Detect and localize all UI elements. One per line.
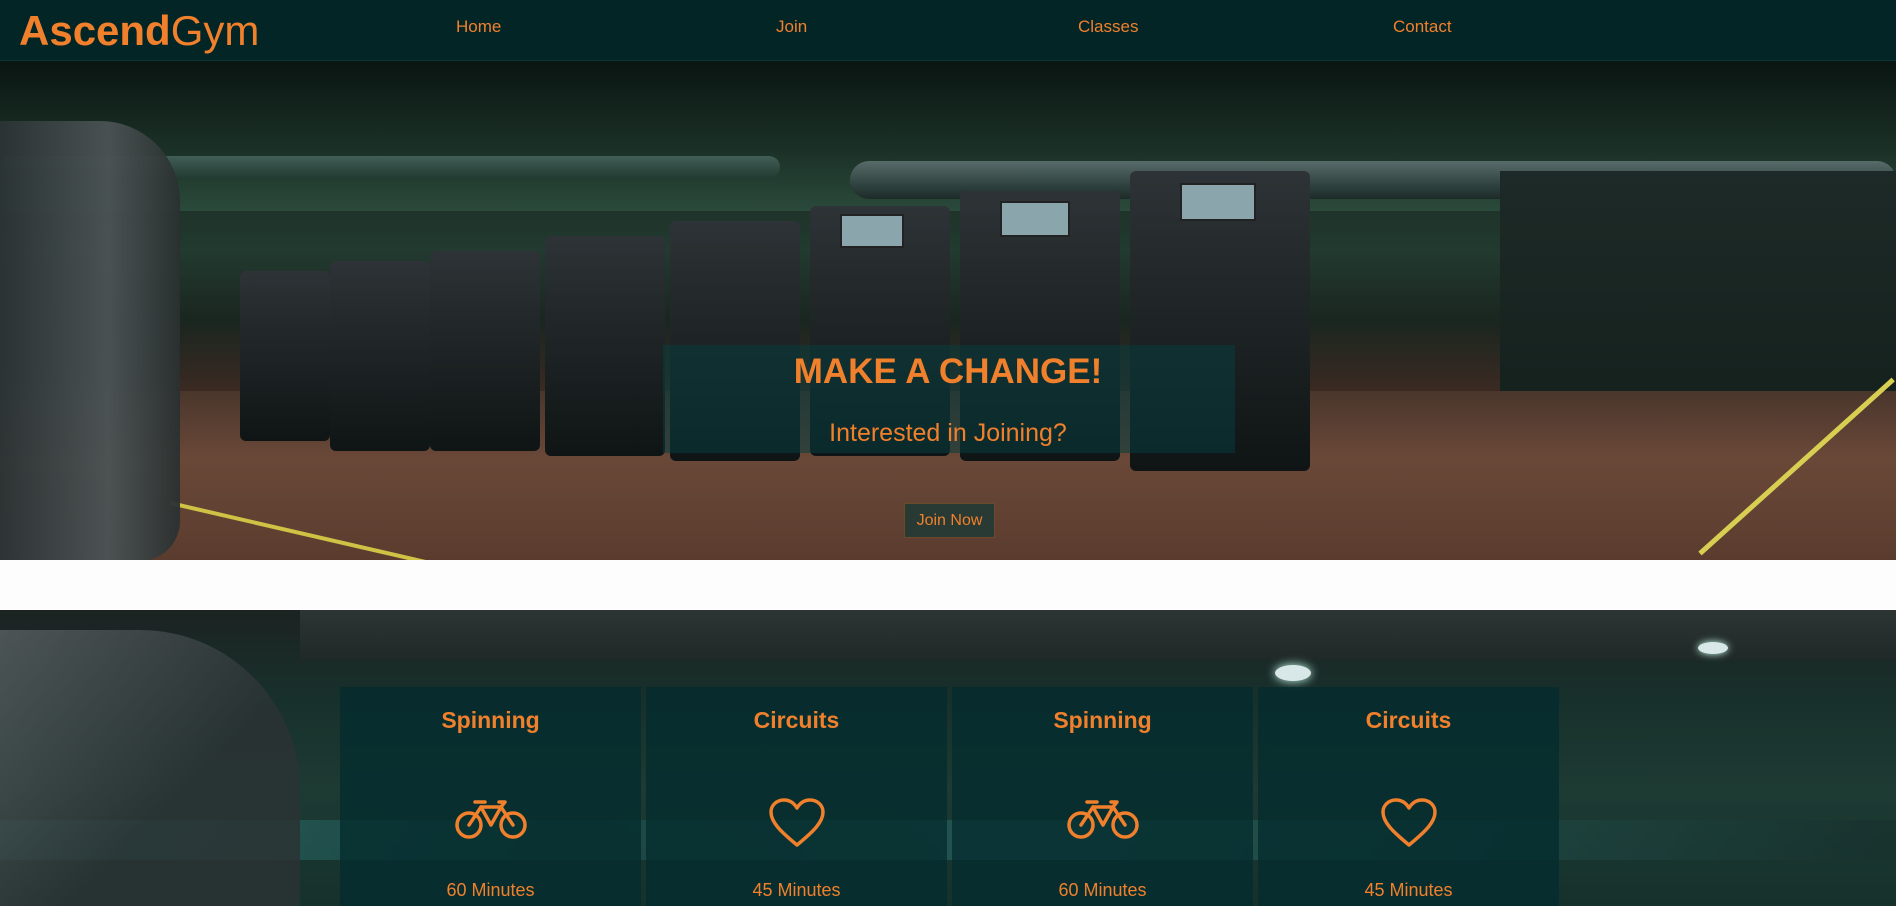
nav-item-join[interactable]: Join <box>776 17 807 37</box>
nav-item-classes[interactable]: Classes <box>1078 17 1138 37</box>
nav-item-contact[interactable]: Contact <box>1393 17 1452 37</box>
logo[interactable]: AscendGym <box>19 7 259 55</box>
ceiling-light <box>1698 642 1728 654</box>
ceiling-light <box>1275 665 1311 681</box>
bicycle-icon <box>952 797 1253 847</box>
class-card-spinning[interactable]: Spinning 60 Minutes <box>340 687 641 906</box>
logo-bold-text: Ascend <box>19 7 171 54</box>
classes-machine-image <box>0 630 300 906</box>
join-now-button[interactable]: Join Now <box>904 503 995 538</box>
nav-item-home[interactable]: Home <box>456 17 501 37</box>
treadmill-screen <box>1180 183 1256 221</box>
class-duration: 45 Minutes <box>752 880 841 900</box>
classes-ceiling <box>300 610 1896 660</box>
class-duration: 60 Minutes <box>446 880 535 900</box>
heart-icon <box>646 797 947 847</box>
heart-icon <box>1258 797 1559 847</box>
class-card-spinning[interactable]: Spinning 60 Minutes <box>952 687 1253 906</box>
class-title: Spinning <box>1053 707 1152 733</box>
hero-background <box>0 61 1896 560</box>
treadmill-screen <box>840 214 904 248</box>
hero-title: MAKE A CHANGE! <box>793 352 1103 391</box>
navbar: AscendGym Home Join Classes Contact <box>0 0 1896 61</box>
class-duration: 60 Minutes <box>1058 880 1147 900</box>
bicycle-icon <box>340 797 641 847</box>
hero-machine-image <box>0 121 180 560</box>
class-duration: 45 Minutes <box>1364 880 1453 900</box>
nav-links: Home Join Classes Contact <box>320 0 1580 56</box>
classes-background <box>0 610 1896 906</box>
class-title: Circuits <box>1365 707 1452 733</box>
class-card-circuits[interactable]: Circuits 45 Minutes <box>1258 687 1559 906</box>
class-card-circuits[interactable]: Circuits 45 Minutes <box>646 687 947 906</box>
treadmill-screen <box>1000 201 1070 237</box>
logo-light-text: Gym <box>170 7 260 54</box>
hero-subtitle: Interested in Joining? <box>829 419 1067 447</box>
class-title: Circuits <box>753 707 840 733</box>
class-title: Spinning <box>441 707 540 733</box>
